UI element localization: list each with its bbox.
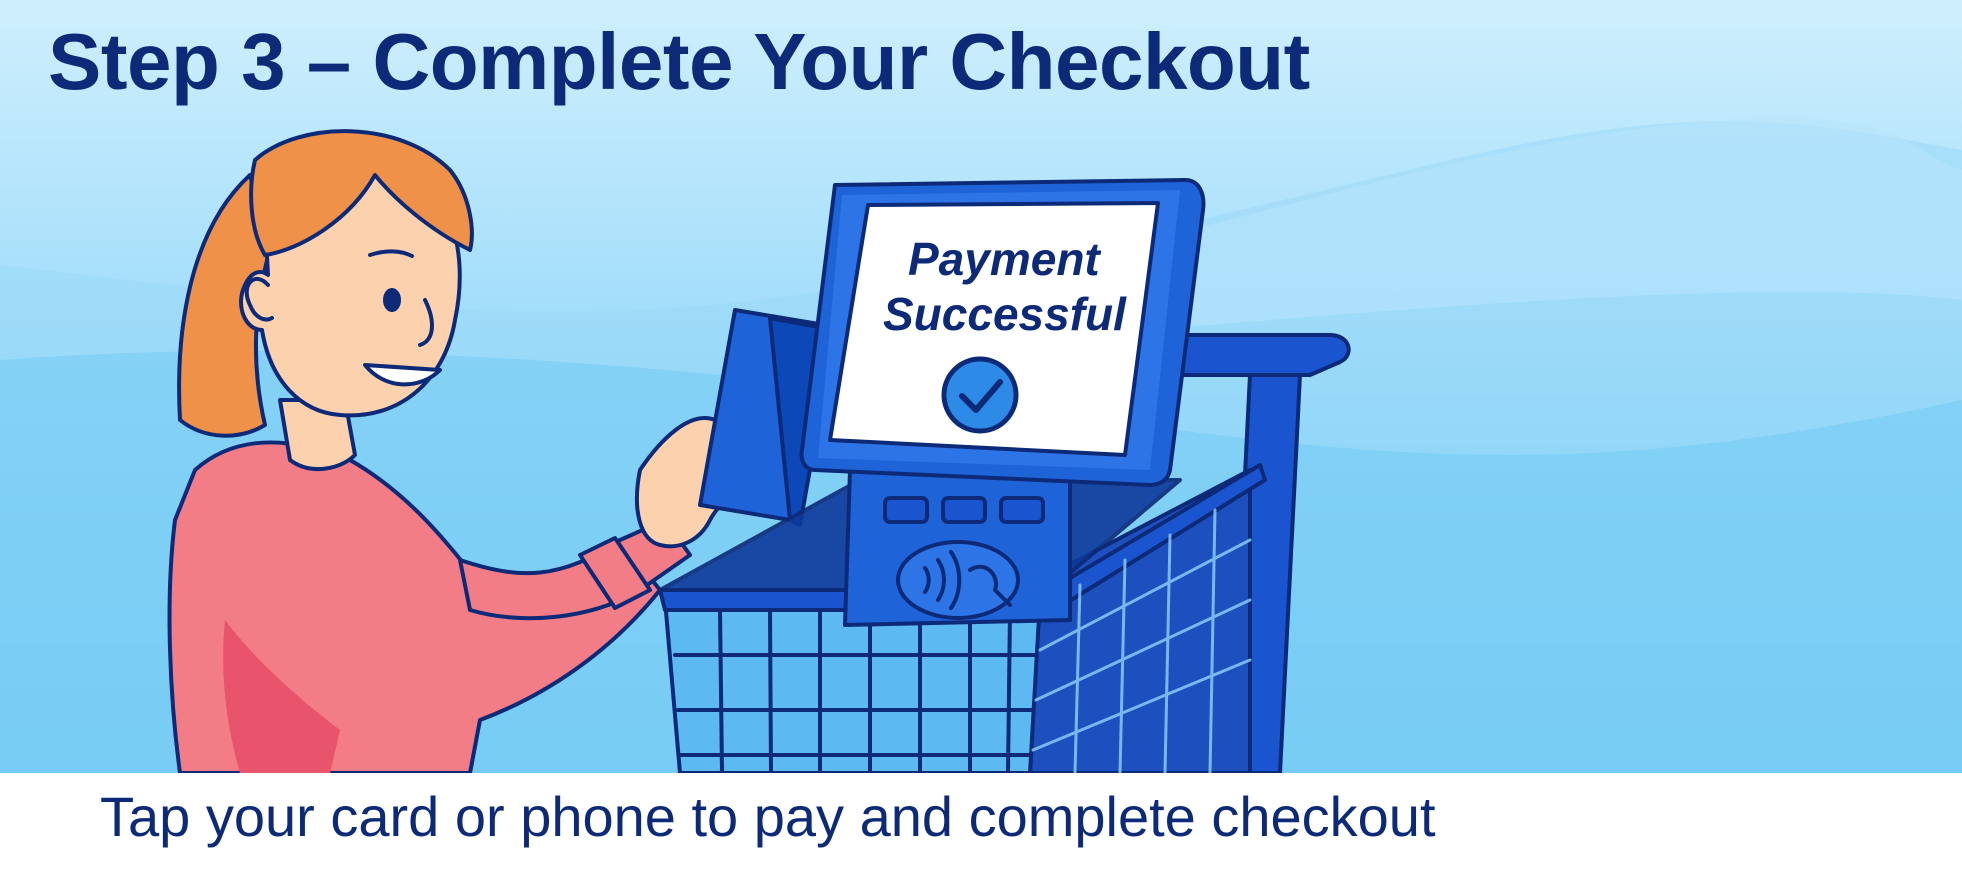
payment-status-line1: Payment [908,233,1101,285]
payment-status-line2: Successful [883,288,1127,340]
caption-bar: Tap your card or phone to pay and comple… [0,773,1962,869]
hero-illustration-area: Step 3 – Complete Your Checkout Payment … [0,0,1962,773]
instruction-caption: Tap your card or phone to pay and comple… [100,785,1436,848]
instruction-card: Step 3 – Complete Your Checkout Payment … [0,0,1962,869]
checkmark-circle-icon [941,356,1019,434]
checkout-illustration: Payment Successful [167,129,1351,773]
